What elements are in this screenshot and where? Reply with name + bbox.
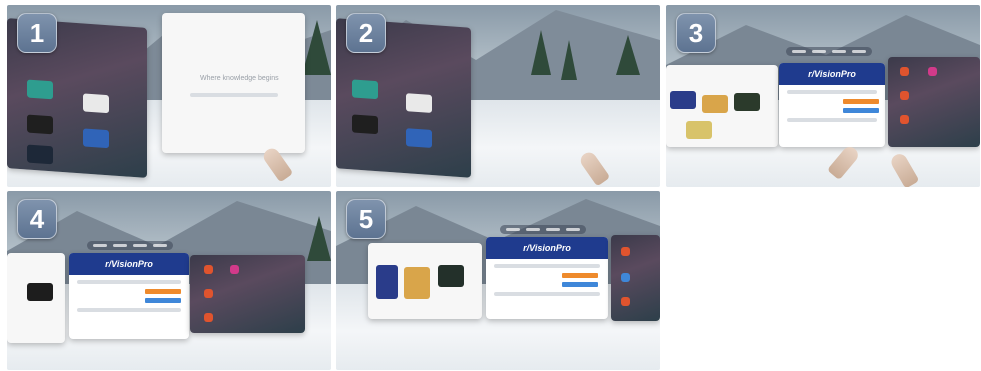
thumbnail[interactable] <box>404 267 430 299</box>
search-tagline: Where knowledge begins <box>200 75 279 82</box>
app-icon[interactable] <box>204 265 213 274</box>
step-2-panel: 2 <box>336 5 660 187</box>
app-icon[interactable] <box>928 67 937 76</box>
step-number-badge: 5 <box>346 199 386 239</box>
reddit-window[interactable]: r/VisionPro <box>486 237 608 319</box>
app-tile[interactable] <box>27 79 53 100</box>
step-5-panel: r/VisionPro 5 <box>336 191 660 370</box>
app-tile[interactable] <box>27 144 53 165</box>
app-library-window[interactable] <box>190 255 305 333</box>
step-1-panel: Where knowledge begins 1 <box>7 5 331 187</box>
post-line <box>787 90 877 94</box>
app-icon[interactable] <box>621 297 630 306</box>
app-tile[interactable] <box>27 114 53 135</box>
app-icon[interactable] <box>204 313 213 322</box>
reddit-window[interactable]: r/VisionPro <box>69 253 189 339</box>
thumbnail[interactable] <box>27 283 53 301</box>
image-gallery-window[interactable] <box>666 65 778 147</box>
post-line <box>494 292 600 296</box>
window-toolbar[interactable] <box>87 241 173 250</box>
app-tile[interactable] <box>406 93 432 113</box>
post-line <box>77 280 181 284</box>
step-number-badge: 2 <box>346 13 386 53</box>
reddit-window[interactable]: r/VisionPro <box>779 63 885 147</box>
join-button[interactable] <box>843 99 879 104</box>
window-toolbar[interactable] <box>786 47 872 56</box>
app-icon[interactable] <box>621 247 630 256</box>
app-icon[interactable] <box>204 289 213 298</box>
image-gallery-window[interactable] <box>368 243 482 319</box>
app-tile[interactable] <box>83 128 109 149</box>
app-icon[interactable] <box>230 265 239 274</box>
thumbnail[interactable] <box>376 265 398 299</box>
app-icon[interactable] <box>900 91 909 100</box>
app-tile[interactable] <box>352 79 378 100</box>
step-number-badge: 3 <box>676 13 716 53</box>
image-gallery-window[interactable] <box>7 253 65 343</box>
sort-button[interactable] <box>843 108 879 113</box>
sort-button[interactable] <box>562 282 598 287</box>
sort-button[interactable] <box>145 298 181 303</box>
app-icon[interactable] <box>900 67 909 76</box>
step-4-panel: r/VisionPro 4 <box>7 191 331 370</box>
app-tile[interactable] <box>83 93 109 114</box>
app-library-window[interactable] <box>611 235 660 321</box>
step-number-badge: 4 <box>17 199 57 239</box>
thumbnail[interactable] <box>734 93 760 111</box>
thumbnail[interactable] <box>686 121 712 139</box>
search-input[interactable] <box>190 93 278 97</box>
thumbnail[interactable] <box>702 95 728 113</box>
post-line <box>494 264 600 268</box>
app-tile[interactable] <box>352 114 378 135</box>
post-line <box>77 308 181 312</box>
window-toolbar[interactable] <box>500 225 586 234</box>
app-icon[interactable] <box>900 115 909 124</box>
join-button[interactable] <box>562 273 598 278</box>
subreddit-header: r/VisionPro <box>486 237 608 259</box>
step-number-badge: 1 <box>17 13 57 53</box>
join-button[interactable] <box>145 289 181 294</box>
app-library-window[interactable] <box>888 57 980 147</box>
step-3-panel: r/VisionPro 3 <box>666 5 980 187</box>
app-tile[interactable] <box>406 128 432 148</box>
subreddit-header: r/VisionPro <box>69 253 189 275</box>
app-icon[interactable] <box>621 273 630 282</box>
perplexity-window[interactable]: Where knowledge begins <box>162 13 305 153</box>
thumbnail[interactable] <box>438 265 464 287</box>
thumbnail[interactable] <box>670 91 696 109</box>
post-line <box>787 118 877 122</box>
subreddit-header: r/VisionPro <box>779 63 885 85</box>
